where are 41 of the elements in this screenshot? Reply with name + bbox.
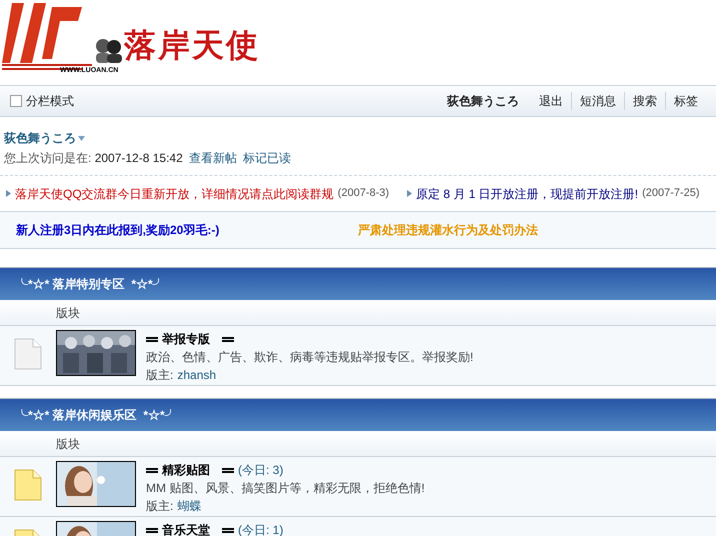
forum-title[interactable]: 精彩贴图	[162, 461, 210, 479]
nav-link[interactable]: 短消息	[571, 92, 624, 110]
panel-link[interactable]: 查看新帖	[188, 149, 237, 167]
announcement-link[interactable]: 原定 8 月 1 日开放注册，现提前开放注册!	[416, 184, 638, 202]
panel-link[interactable]: 标记已读	[242, 149, 291, 167]
double-line-icon	[222, 528, 234, 532]
moderator-link[interactable]: zhansh	[177, 366, 216, 384]
category-header: ╰*☆* 落岸休闲娱乐区 *☆*╯	[0, 399, 716, 431]
nav-link[interactable]: 搜索	[624, 92, 665, 110]
logo-title: 落岸天使	[124, 29, 260, 61]
moderator-label: 版主:	[146, 498, 174, 515]
double-line-icon	[146, 468, 158, 472]
checkbox[interactable]	[10, 95, 22, 107]
double-line-icon	[222, 468, 234, 472]
double-line-icon	[146, 336, 158, 342]
double-line-icon	[222, 336, 234, 342]
last-visit-text: 您上次访问是在: 2007-12-8 15:42	[4, 150, 183, 167]
dropdown-caret-icon[interactable]	[78, 136, 85, 140]
double-line-icon	[146, 528, 158, 532]
moderator-label: 版主:	[146, 367, 174, 384]
split-mode-label: 分栏模式	[26, 93, 74, 110]
username-link[interactable]: 荻色舞うころ	[447, 92, 531, 110]
column-header: 版块	[56, 436, 80, 452]
moderator-link[interactable]: 蝴蝶	[177, 497, 202, 515]
forum-description: MM 贴图、风景、搞笑图片等，精彩无限，拒绝色情!	[146, 480, 425, 497]
forum-title[interactable]: 音乐天堂	[162, 521, 210, 536]
announcement-link[interactable]: 落岸天使QQ交流群今日重新开放，详细情况请点此阅读群规	[15, 184, 334, 202]
announcement-date: (2007-7-25)	[642, 186, 700, 202]
bullet-icon	[6, 190, 11, 197]
username-link[interactable]: 荻色舞うころ	[4, 129, 76, 147]
today-count: (今日: 3)	[238, 462, 284, 479]
nav-link[interactable]: 退出	[531, 92, 571, 110]
column-header: 版块	[56, 304, 80, 322]
announcement-date: (2007-8-3)	[338, 186, 390, 202]
users-icon	[94, 37, 124, 63]
category-header: ╰*☆* 落岸特别专区 *☆*╯	[0, 268, 716, 300]
forum-title[interactable]: 举报专版	[162, 330, 210, 348]
bullet-icon	[407, 190, 412, 197]
forum-description: 政治、色情、广告、欺诈、病毒等违规贴举报专区。举报奖励!	[146, 349, 474, 366]
nav-link[interactable]: 标签	[665, 92, 706, 110]
notice-link[interactable]: 新人注册3日内在此报到,奖励20羽毛:-)	[16, 221, 358, 239]
